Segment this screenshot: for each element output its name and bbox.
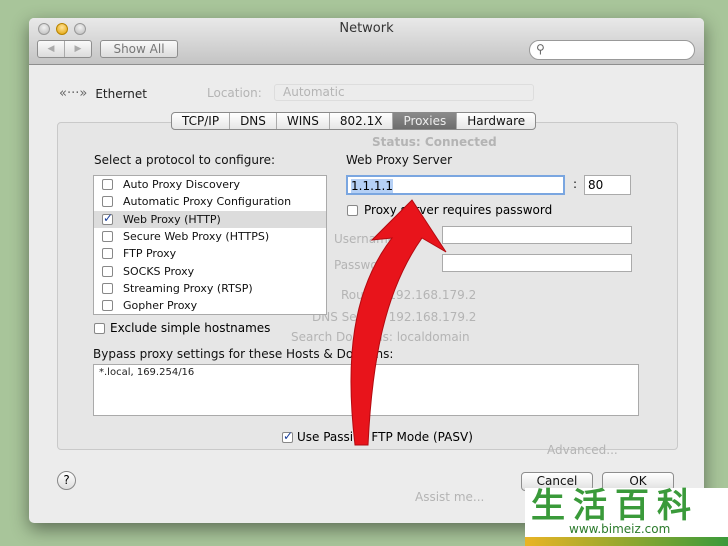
exclude-simple-label: Exclude simple hostnames: [110, 321, 271, 335]
protocol-list: Auto Proxy Discovery Automatic Proxy Con…: [93, 175, 327, 315]
search-input[interactable]: ⚲: [529, 40, 695, 60]
status-value: Connected: [424, 135, 497, 149]
passive-ftp-option[interactable]: Use Passive FTP Mode (PASV): [282, 429, 473, 444]
protocol-label: FTP Proxy: [123, 247, 177, 261]
tab-tcpip[interactable]: TCP/IP: [172, 113, 231, 129]
title-bar: Network ◀ ▶ Show All ⚲: [29, 18, 704, 65]
checkbox[interactable]: [102, 282, 113, 294]
requires-password-option[interactable]: Proxy server requires password: [347, 203, 552, 217]
forward-button[interactable]: ▶: [65, 41, 91, 57]
protocol-label: Web Proxy (HTTP): [123, 212, 221, 226]
search-icon: ⚲: [536, 42, 545, 56]
exclude-simple-option[interactable]: Exclude simple hostnames: [94, 321, 270, 335]
protocol-item[interactable]: FTP Proxy: [94, 245, 326, 262]
tab-8021x[interactable]: 802.1X: [330, 113, 394, 129]
tab-proxies[interactable]: Proxies: [393, 113, 458, 129]
protocol-item[interactable]: Gopher Proxy: [94, 297, 326, 314]
watermark-url: www.bimeiz.com: [569, 522, 671, 536]
password-input[interactable]: [442, 254, 632, 272]
protocol-label: Automatic Proxy Configuration: [123, 195, 292, 209]
username-label: Username:: [334, 232, 400, 246]
ethernet-icon: «···»: [59, 86, 88, 101]
bypass-label: Bypass proxy settings for these Hosts & …: [93, 347, 394, 361]
watermark-logo: 生活百科 www.bimeiz.com: [525, 488, 728, 546]
nav-segment: ◀ ▶: [37, 40, 92, 58]
protocol-label: SOCKS Proxy: [123, 264, 195, 278]
network-window: Network ◀ ▶ Show All ⚲ Location: Automat…: [29, 18, 704, 523]
protocol-item[interactable]: Automatic Proxy Configuration: [94, 193, 326, 210]
protocol-label: Gopher Proxy: [123, 299, 198, 313]
back-button[interactable]: ◀: [38, 41, 65, 57]
checkbox[interactable]: [102, 248, 113, 260]
protocol-item[interactable]: Secure Web Proxy (HTTPS): [94, 228, 326, 245]
watermark-text: 生活百科: [531, 486, 699, 526]
checkbox[interactable]: [347, 204, 358, 216]
port-input[interactable]: 80: [584, 175, 631, 195]
protocol-item[interactable]: Streaming Proxy (RTSP): [94, 280, 326, 297]
tab-dns[interactable]: DNS: [230, 113, 277, 129]
checkbox[interactable]: [102, 211, 113, 225]
checkbox[interactable]: [102, 265, 113, 277]
tab-wins[interactable]: WINS: [277, 113, 330, 129]
protocol-label: Secure Web Proxy (HTTPS): [123, 230, 270, 244]
protocol-label: Streaming Proxy (RTSP): [123, 281, 253, 295]
service-header: «···» Ethernet: [59, 86, 147, 101]
protocol-item[interactable]: SOCKS Proxy: [94, 262, 326, 279]
protocol-item[interactable]: Auto Proxy Discovery: [94, 176, 326, 193]
tab-hardware[interactable]: Hardware: [457, 113, 535, 129]
advanced-button: Advanced...: [547, 443, 618, 457]
help-button[interactable]: ?: [57, 471, 76, 490]
checkbox[interactable]: [102, 196, 113, 208]
window-title: Network: [339, 21, 394, 36]
tab-bar: TCP/IP DNS WINS 802.1X Proxies Hardware: [171, 112, 537, 130]
web-proxy-server-label: Web Proxy Server: [346, 153, 453, 167]
service-name: Ethernet: [95, 86, 148, 101]
checkbox[interactable]: [282, 429, 293, 443]
status-label: Status: Connected: [372, 135, 497, 149]
passive-ftp-label: Use Passive FTP Mode (PASV): [297, 430, 473, 444]
status-label-text: Status:: [372, 135, 421, 149]
protocol-label: Auto Proxy Discovery: [123, 178, 241, 192]
username-input[interactable]: [442, 226, 632, 244]
search-domains-text: Search Domains: localdomain: [291, 330, 470, 344]
proxy-server-value: 1.1.1.1: [351, 179, 393, 193]
checkbox[interactable]: [102, 300, 113, 312]
assist-button: Assist me...: [415, 490, 485, 504]
password-label: Password:: [334, 258, 395, 272]
checkbox[interactable]: [102, 179, 113, 191]
bypass-hosts-textarea[interactable]: *.local, 169.254/16: [93, 364, 639, 416]
location-label: Location:: [207, 86, 262, 100]
requires-password-label: Proxy server requires password: [364, 203, 553, 217]
protocol-item[interactable]: Web Proxy (HTTP): [94, 210, 326, 228]
checkbox[interactable]: [102, 231, 113, 243]
location-select: Automatic: [274, 84, 534, 101]
proxy-server-input[interactable]: 1.1.1.1: [346, 175, 565, 195]
show-all-button[interactable]: Show All: [100, 40, 178, 58]
watermark-stripe: [525, 537, 728, 546]
dns-text: DNS Server: 192.168.179.2: [312, 310, 477, 324]
port-separator: :: [573, 177, 578, 191]
checkbox[interactable]: [94, 322, 105, 334]
select-protocol-label: Select a protocol to configure:: [94, 153, 276, 167]
router-text: Router: 192.168.179.2: [341, 288, 477, 302]
